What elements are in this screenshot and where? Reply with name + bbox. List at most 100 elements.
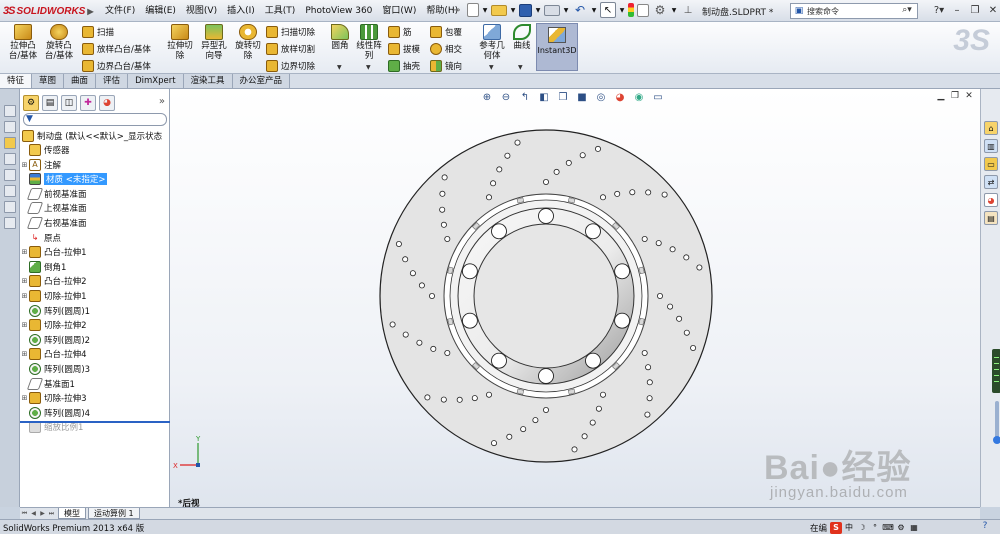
custom-properties-icon[interactable]: ▤ <box>984 211 998 225</box>
linear-pattern-button[interactable]: 线性阵 列 <box>354 24 384 61</box>
feature-tree-tab-icon[interactable]: ⚙ <box>23 95 39 111</box>
tree-item[interactable]: 上视基准面 <box>20 201 170 215</box>
appearances-icon[interactable]: ◕ <box>984 193 998 207</box>
previous-view-icon[interactable]: ↰ <box>518 90 532 104</box>
sketch-tool-icon[interactable] <box>4 105 16 117</box>
design-library-icon[interactable]: ▥ <box>984 139 998 153</box>
tree-item[interactable]: ⊞ 凸台-拉伸4 <box>20 347 170 361</box>
doc-restore-icon[interactable]: ❐ <box>948 91 962 103</box>
pattern-dropdown-icon[interactable]: ▼ <box>366 64 371 71</box>
view-settings-icon[interactable]: ▭ <box>651 90 665 104</box>
revolve-boss-button[interactable]: 旋转凸 台/基体 <box>42 24 76 61</box>
tree-item[interactable]: 前视基准面 <box>20 187 170 201</box>
tree-filter-input[interactable]: ▼ <box>23 113 167 126</box>
boundary-boss-button[interactable]: 边界凸台/基体 <box>82 58 151 74</box>
tab-surfaces[interactable]: 曲面 <box>64 74 97 88</box>
tab-model[interactable]: 模型 <box>58 508 86 519</box>
doc-close-icon[interactable]: ✕ <box>962 91 976 103</box>
first-tab-icon[interactable]: ⏮ <box>20 510 29 518</box>
keyboard-icon[interactable]: ⌨ <box>882 522 894 534</box>
tree-item[interactable]: ⊞ 凸台-拉伸2 <box>20 274 170 288</box>
dropdown-arrow-icon[interactable]: ▼ <box>482 2 488 18</box>
tab-evaluate[interactable]: 评估 <box>96 74 129 88</box>
menu-file[interactable]: 文件(F) <box>100 4 140 18</box>
tree-item[interactable]: 阵列(圆周)1 <box>20 304 170 318</box>
magnifier-icon[interactable]: ⌕▾ <box>898 5 916 17</box>
swept-cut-button[interactable]: 扫描切除 <box>266 24 315 40</box>
prev-tab-icon[interactable]: ◀ <box>29 510 38 517</box>
file-properties-icon[interactable] <box>637 3 649 17</box>
reference-tool-icon[interactable] <box>4 201 16 213</box>
zoom-to-fit-icon[interactable]: ⊕ <box>480 90 494 104</box>
menu-tools[interactable]: 工具(T) <box>260 4 301 18</box>
chinese-mode-icon[interactable]: 中 <box>843 522 855 534</box>
apply-scene-icon[interactable]: ◉ <box>632 90 646 104</box>
tree-root-part[interactable]: 制动盘 (默认<<默认>_显示状态 <box>20 129 170 143</box>
expand-plus-icon[interactable]: ⊞ <box>20 248 29 256</box>
sketch-relation-icon[interactable] <box>4 121 16 133</box>
curves-button[interactable]: 曲线 <box>510 24 534 51</box>
tree-item[interactable]: 阵列(圆周)2 <box>20 333 170 347</box>
display-tool-icon[interactable] <box>4 169 16 181</box>
tree-item[interactable]: ⊞ 切除-拉伸1 <box>20 289 170 303</box>
sweep-button[interactable]: 扫描 <box>82 24 114 40</box>
display-manager-tab-icon[interactable]: ◕ <box>99 95 115 111</box>
rib-button[interactable]: 筋 <box>388 24 412 40</box>
tab-dimxpert[interactable]: DimXpert <box>128 74 184 88</box>
tab-render-tools[interactable]: 渲染工具 <box>183 74 233 88</box>
fillet-button[interactable]: 圆角 <box>328 24 352 51</box>
ime-tools-icon[interactable]: ▦ <box>908 522 920 534</box>
doc-minimize-icon[interactable]: ▁ <box>934 91 948 103</box>
tab-office-products[interactable]: 办公室产品 <box>232 74 291 88</box>
curves-dropdown-icon[interactable]: ▼ <box>518 64 523 71</box>
expand-plus-icon[interactable]: ⊞ <box>20 277 29 285</box>
tree-item[interactable]: 右视基准面 <box>20 216 170 230</box>
status-help-icon[interactable]: ? <box>978 521 992 534</box>
measure-tool-icon[interactable] <box>4 185 16 197</box>
next-tab-icon[interactable]: ▶ <box>38 510 47 517</box>
menu-photoview[interactable]: PhotoView 360 <box>300 4 377 18</box>
dropdown-arrow-icon[interactable]: ▼ <box>510 2 516 18</box>
close-icon[interactable]: ✕ <box>984 4 1000 18</box>
loft-boss-button[interactable]: 放样凸台/基体 <box>82 41 151 57</box>
boundary-cut-button[interactable]: 边界切除 <box>266 58 315 74</box>
select-cursor-icon[interactable]: ↖ <box>600 2 616 18</box>
property-manager-tab-icon[interactable]: ▤ <box>42 95 58 111</box>
intersect-button[interactable]: 相交 <box>430 41 462 57</box>
solidworks-resources-icon[interactable]: ⌂ <box>984 121 998 135</box>
tree-item[interactable]: 传感器 <box>20 143 170 157</box>
undo-icon[interactable]: ↶ <box>572 2 588 18</box>
layer-tool-icon[interactable] <box>4 217 16 229</box>
shell-button[interactable]: 抽壳 <box>388 58 420 74</box>
expand-plus-icon[interactable]: ⊞ <box>20 161 29 169</box>
hide-show-items-icon[interactable]: ◎ <box>594 90 608 104</box>
help-dropdown-icon[interactable]: ?▾ <box>930 4 948 18</box>
pin-icon[interactable]: ⊸ <box>448 2 464 18</box>
rebuild-traffic-light-icon[interactable] <box>628 3 634 17</box>
tree-item[interactable]: ↳ 原点 <box>20 231 170 245</box>
feature-tool-icon[interactable] <box>4 137 16 149</box>
zoom-to-area-icon[interactable]: ⊖ <box>499 90 513 104</box>
dimxpert-manager-tab-icon[interactable]: ✚ <box>80 95 96 111</box>
print-icon[interactable] <box>544 4 560 16</box>
lofted-cut-button[interactable]: 放样切割 <box>266 41 315 57</box>
menu-window[interactable]: 窗口(W) <box>377 4 421 18</box>
revolve-cut-button[interactable]: 旋转切 除 <box>231 24 265 61</box>
half-width-icon[interactable]: ☽ <box>856 522 868 534</box>
punctuation-icon[interactable]: ° <box>869 522 881 534</box>
section-view-icon[interactable]: ◧ <box>537 90 551 104</box>
tree-item[interactable]: 基准面1 <box>20 377 170 391</box>
hole-wizard-button[interactable]: 异型孔 向导 <box>197 24 231 61</box>
dropdown-arrow-icon[interactable]: ▼ <box>671 2 677 18</box>
pushpin-icon[interactable]: ⊥ <box>680 2 696 18</box>
tab-sketch[interactable]: 草图 <box>32 74 65 88</box>
expand-plus-icon[interactable]: ⊞ <box>20 292 29 300</box>
expand-plus-icon[interactable]: ⊞ <box>20 350 29 358</box>
draft-button[interactable]: 拔模 <box>388 41 420 57</box>
new-document-icon[interactable] <box>467 3 479 17</box>
file-explorer-icon[interactable]: ▭ <box>984 157 998 171</box>
tab-motion-study[interactable]: 运动算例 1 <box>88 508 140 519</box>
configuration-manager-tab-icon[interactable]: ◫ <box>61 95 77 111</box>
sogou-ime-icon[interactable]: S <box>830 521 843 534</box>
menu-view[interactable]: 视图(V) <box>181 4 222 18</box>
